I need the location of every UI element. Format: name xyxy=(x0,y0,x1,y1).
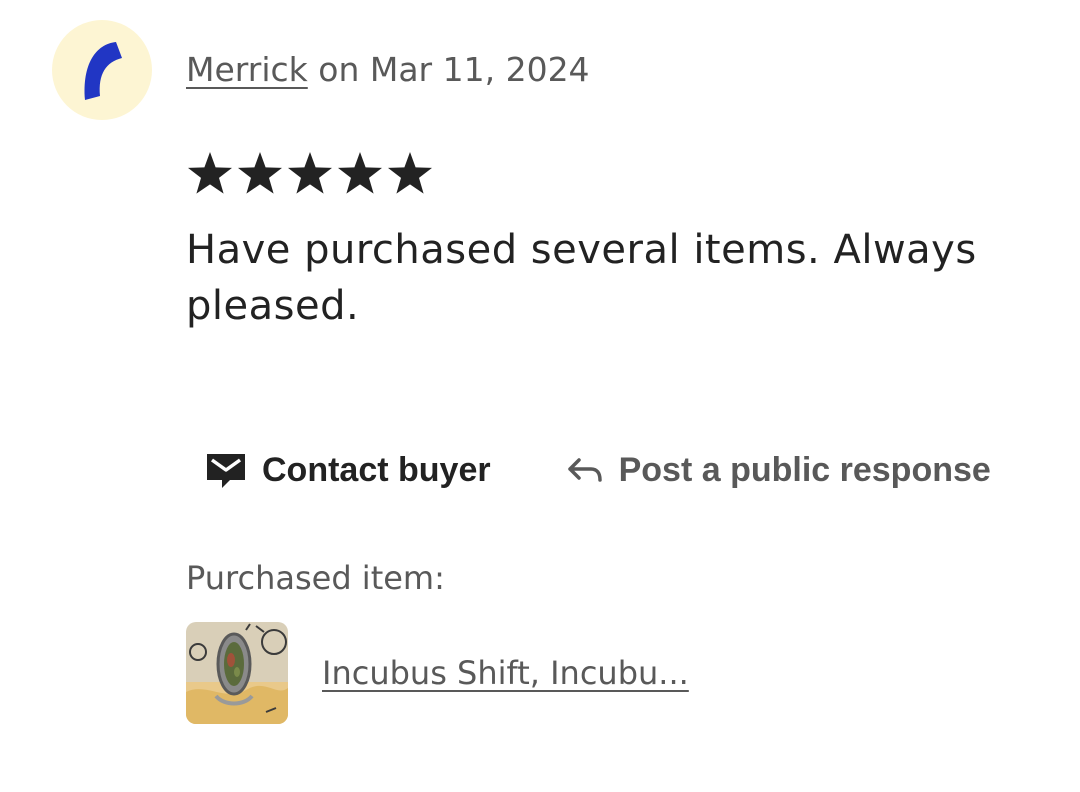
star-rating xyxy=(186,150,434,198)
star-icon xyxy=(186,150,234,198)
item-title-link[interactable]: Incubus Shift, Incubu... xyxy=(322,654,689,692)
star-icon xyxy=(386,150,434,198)
message-icon xyxy=(204,450,248,490)
review-actions: Contact buyer Post a public response xyxy=(204,440,991,500)
review-byline: Merrick on Mar 11, 2024 xyxy=(186,48,590,92)
contact-buyer-button[interactable]: Contact buyer xyxy=(204,450,491,490)
star-icon xyxy=(286,150,334,198)
purchased-item-label: Purchased item: xyxy=(186,559,445,597)
review-date: on Mar 11, 2024 xyxy=(307,50,590,89)
star-icon xyxy=(336,150,384,198)
avatar-crescent-icon xyxy=(84,42,122,100)
post-public-response-button[interactable]: Post a public response xyxy=(565,451,991,490)
avatar[interactable] xyxy=(52,20,152,120)
author-link[interactable]: Merrick xyxy=(186,50,308,89)
contact-buyer-label: Contact buyer xyxy=(262,450,491,489)
purchased-item[interactable]: Incubus Shift, Incubu... xyxy=(186,622,689,724)
review-text: Have purchased several items. Always ple… xyxy=(186,227,977,329)
reply-arrow-icon xyxy=(565,452,605,488)
item-thumbnail[interactable] xyxy=(186,622,288,724)
star-icon xyxy=(236,150,284,198)
post-public-response-label: Post a public response xyxy=(618,450,991,489)
